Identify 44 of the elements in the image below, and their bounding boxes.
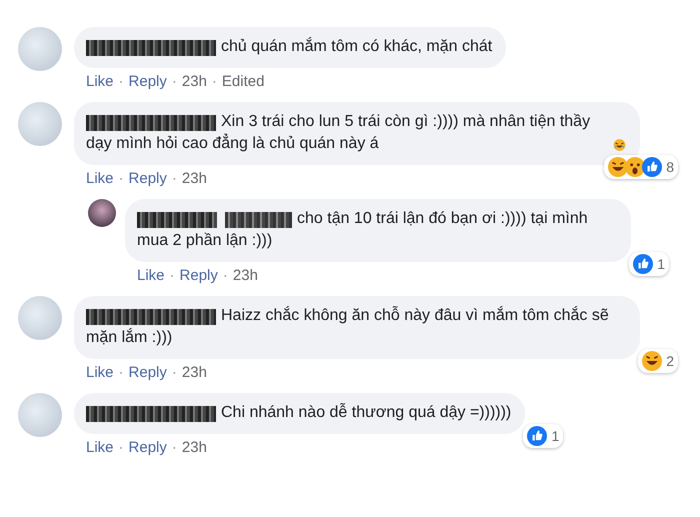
reaction-count: 2 [666, 353, 674, 369]
separator-dot: · [222, 267, 228, 284]
reactions-badge[interactable]: 1 [523, 424, 564, 448]
reply-link[interactable]: Reply [180, 267, 218, 284]
separator-dot: · [172, 73, 177, 90]
like-link[interactable]: Like [86, 170, 114, 187]
separator-dot: · [172, 364, 177, 381]
timestamp-link[interactable]: 23h [182, 73, 207, 90]
separator-dot: · [172, 170, 177, 187]
comment-text: Chi nhánh nào dễ thương quá dậy =)))))) [86, 402, 512, 424]
reactions-badge[interactable]: 8 [604, 155, 678, 179]
like-link[interactable]: Like [86, 439, 114, 456]
timestamp-link[interactable]: 23h [182, 170, 207, 187]
reply-link[interactable]: Reply [128, 439, 167, 456]
reply-link[interactable]: Reply [128, 73, 167, 90]
reply-link[interactable]: Reply [128, 170, 167, 187]
reaction-count: 1 [551, 428, 560, 444]
reactions-badge[interactable]: 1 [629, 252, 669, 276]
laughing-face-icon [642, 351, 662, 371]
timestamp-link[interactable]: 23h [182, 364, 207, 381]
reply-link[interactable]: Reply [128, 364, 167, 381]
surprised-face-icon [625, 157, 646, 177]
separator-dot: · [118, 439, 124, 456]
separator-dot: · [118, 364, 124, 381]
separator-dot: · [212, 73, 217, 90]
like-link[interactable]: Like [137, 267, 165, 284]
comment-text: chủ quán mắm tôm có khác, mặn chát [86, 36, 492, 58]
avatar[interactable] [88, 199, 116, 227]
edited-label[interactable]: Edited [222, 73, 264, 90]
thumbs-up-icon [527, 426, 548, 446]
like-link[interactable]: Like [86, 73, 114, 90]
separator-dot: · [118, 73, 124, 90]
timestamp-link[interactable]: 23h [182, 439, 207, 456]
reaction-count: 8 [666, 159, 674, 175]
thumbs-up-icon [642, 157, 662, 177]
separator-dot: · [172, 439, 177, 456]
timestamp-link[interactable]: 23h [232, 267, 258, 284]
thumbs-up-icon [633, 254, 654, 274]
separator-dot: · [170, 267, 175, 284]
reaction-count: 1 [657, 256, 665, 272]
separator-dot: · [118, 170, 124, 187]
reactions-badge[interactable]: 2 [638, 349, 678, 373]
laughing-face-icon [608, 157, 628, 177]
like-link[interactable]: Like [86, 364, 114, 381]
